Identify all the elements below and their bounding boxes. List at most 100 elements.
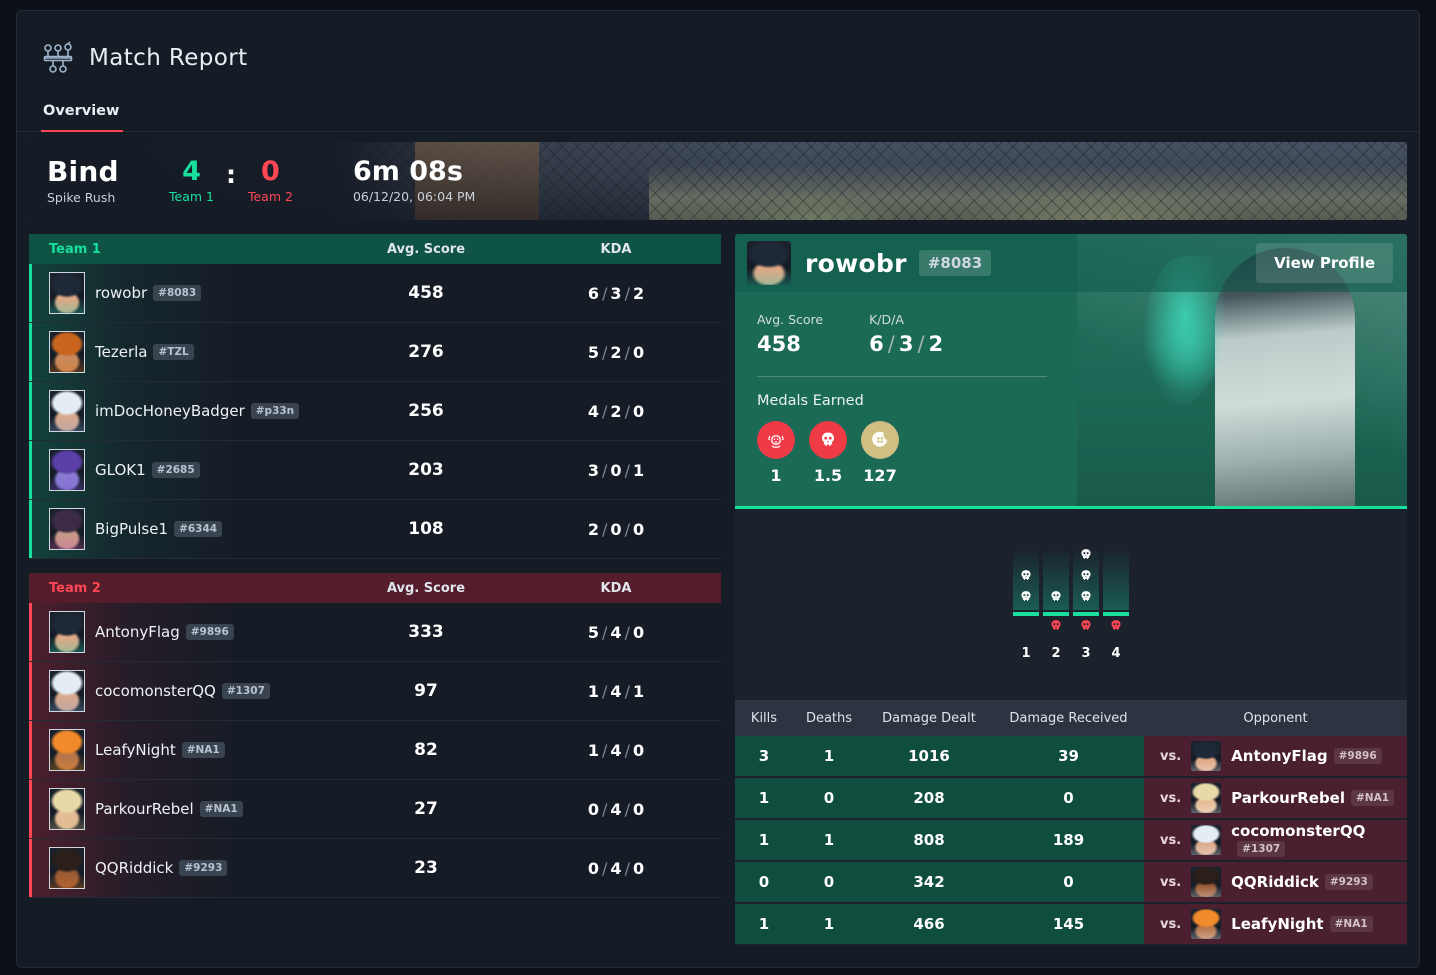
medals-row: 1 1.5 127 [757,421,1385,485]
page-header: Match Report [17,11,1419,83]
map-name: Bind [47,155,119,189]
round-kills [1013,548,1039,611]
table-row[interactable]: Tezerla #TZL 276 5/2/0 [29,323,721,382]
death-skull-icon [1109,618,1123,637]
match-report-page: Match Report Overview Bind Spike Rush 4 … [0,0,1436,975]
medals-title: Medals Earned [757,393,864,409]
player-cell: ParkourRebel #NA1 [39,788,331,830]
opponent-tag: #NA1 [1329,916,1373,932]
bracket-icon [41,41,75,75]
medal: 1.5 [809,421,847,485]
opponent-table-header: Kills Deaths Damage Dealt Damage Receive… [735,700,1407,736]
match-duration: 6m 08s [352,155,463,187]
kda-value: 1/4/1 [587,681,645,701]
skull-medal-icon [809,421,847,459]
kill-skull-icon [1079,568,1093,587]
avatar [49,670,85,712]
opponent-cell: vs. cocomonsterQQ#1307 [1144,820,1407,860]
team1-score: 4 [182,155,201,187]
kills-value: 0 [758,873,770,891]
player-tag: #9896 [185,624,234,640]
team2-table-header: Team 2 Avg. Score KDA [29,573,721,603]
deaths-value: 1 [823,747,835,765]
player-cell: LeafyNight #NA1 [39,729,331,771]
round-column[interactable]: 4 [1103,548,1129,661]
player-tag: #NA1 [199,801,243,817]
avatar [49,788,85,830]
team2-score: 0 [261,155,280,187]
avg-score-value: 276 [408,342,444,362]
player-name: ParkourRebel #NA1 [95,800,243,818]
round-kills [1103,548,1129,611]
player-detail-column: rowobr #8083 View Profile Avg. Score 458 [735,234,1407,946]
player-name: Tezerla #TZL [95,343,194,361]
avatar [1191,909,1222,939]
round-deaths [1109,616,1123,638]
map-info: Bind Spike Rush [47,157,169,205]
damage-received-value: 0 [1063,789,1074,807]
player-tag: #6344 [174,521,223,537]
player-name: cocomonsterQQ #1307 [95,682,270,700]
round-deaths [1079,616,1093,638]
vs-label: vs. [1160,790,1182,806]
clutch-medal-icon [757,421,795,459]
kda-value: 0/4/0 [587,858,645,878]
player-name: imDocHoneyBadger #p33n [95,402,300,420]
stats-divider [757,376,1047,377]
kda-value: 1/4/0 [587,740,645,760]
opponent-name: ParkourRebel #NA1 [1231,789,1395,807]
table-row[interactable]: imDocHoneyBadger #p33n 256 4/2/0 [29,382,721,441]
col-team-name: Team 1 [49,241,101,257]
avg-score-value: 108 [408,519,444,539]
damage-received-value: 189 [1052,831,1085,849]
team1-table: Team 1 Avg. Score KDA rowobr #8083 458 6/3/… [29,234,721,559]
vs-label: vs. [1160,916,1182,932]
round-column[interactable]: 1 [1013,548,1039,661]
avatar [49,449,85,491]
table-row[interactable]: AntonyFlag #9896 333 5/4/0 [29,603,721,662]
table-row[interactable]: 3 1 1016 39 vs. AntonyFlag #9896 [735,736,1407,778]
avatar [49,508,85,550]
damage-received-value: 145 [1052,915,1085,933]
table-row[interactable]: LeafyNight #NA1 82 1/4/0 [29,721,721,780]
round-column[interactable]: 2 [1043,548,1069,661]
main-card: Match Report Overview Bind Spike Rush 4 … [16,10,1420,968]
table-row[interactable]: ParkourRebel #NA1 27 0/4/0 [29,780,721,839]
damage-dealt-value: 208 [913,789,945,807]
avg-score-value: 458 [757,332,801,356]
team1-score-block: 4 Team 1 [169,155,214,204]
table-row[interactable]: GLOK1 #2685 203 3/0/1 [29,441,721,500]
opponent-cell: vs. ParkourRebel #NA1 [1144,778,1407,818]
opponent-table: Kills Deaths Damage Dealt Damage Receive… [735,700,1407,946]
damage-dealt-value: 342 [913,873,945,891]
table-row[interactable]: rowobr #8083 458 6/3/2 [29,264,721,323]
tab-overview[interactable]: Overview [41,97,141,132]
table-row[interactable]: 1 1 466 145 vs. LeafyNight #NA1 [735,904,1407,946]
vs-label: vs. [1160,832,1182,848]
table-row[interactable]: cocomonsterQQ #1307 97 1/4/1 [29,662,721,721]
table-row[interactable]: QQRiddick #9293 23 0/4/0 [29,839,721,898]
damage-received-value: 39 [1058,747,1079,765]
player-tag: #9293 [179,860,228,876]
damage-dealt-value: 808 [913,831,945,849]
round-column[interactable]: 3 [1073,548,1099,661]
avatar [1191,783,1222,813]
kills-value: 1 [758,789,770,807]
avg-score-value: 27 [414,799,438,819]
avg-score-value: 23 [414,858,438,878]
kda-label: K/D/A [869,312,904,327]
table-row[interactable]: 1 0 208 0 vs. ParkourRebel #NA1 [735,778,1407,820]
kill-skull-icon [1079,589,1093,608]
view-profile-button[interactable]: View Profile [1256,243,1393,283]
avatar [49,272,85,314]
table-row[interactable]: 0 0 342 0 vs. QQRiddick #9293 [735,862,1407,904]
moon-medal-icon [861,421,899,459]
kda-value: 6/3/2 [587,283,645,303]
vs-label: vs. [1160,748,1182,764]
player-cell: GLOK1 #2685 [39,449,331,491]
player-name: QQRiddick #9293 [95,859,228,877]
player-tag: #1307 [221,683,270,699]
table-row[interactable]: 1 1 808 189 vs. cocomonsterQQ#1307 [735,820,1407,862]
table-row[interactable]: BigPulse1 #6344 108 2/0/0 [29,500,721,559]
kill-skull-icon [1049,589,1063,608]
